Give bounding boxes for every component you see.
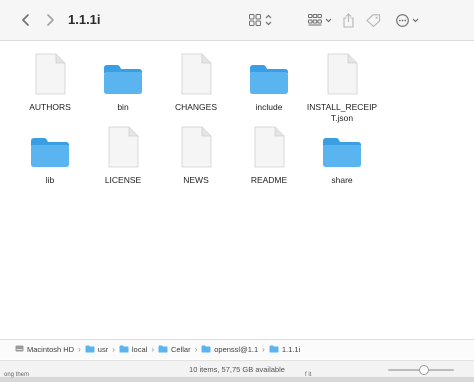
window-title: 1.1.1i — [68, 12, 101, 27]
grid-view-icon — [248, 14, 261, 26]
tag-icon — [365, 13, 380, 27]
group-by-icon — [308, 14, 322, 26]
path-separator-icon: › — [151, 345, 154, 354]
document-icon — [180, 124, 212, 168]
folder-icon — [158, 345, 171, 355]
path-separator-icon: › — [262, 345, 265, 354]
tags-button[interactable] — [364, 8, 382, 32]
path-separator-icon: › — [112, 345, 115, 354]
path-crumb-folder[interactable]: › local — [108, 345, 147, 355]
folder-icon — [30, 124, 70, 168]
chevron-down-icon — [325, 18, 332, 22]
folder-item[interactable]: lib — [8, 124, 92, 186]
item-label: README — [250, 175, 288, 185]
item-label: CHANGES — [174, 102, 218, 112]
share-icon — [342, 12, 354, 28]
path-bar: Macintosh HD › usr › local › Cellar › openssl@1.… — [0, 339, 474, 359]
item-label: LICENSE — [104, 175, 142, 185]
more-actions-button[interactable] — [394, 8, 420, 32]
view-mode-button[interactable] — [246, 8, 274, 32]
file-grid: AUTHORS bin CHANGES include INSTALL_RECE… — [0, 41, 474, 338]
background-text-right: f it — [305, 372, 312, 378]
item-label: lib — [45, 175, 55, 185]
folder-icon — [103, 51, 143, 95]
path-crumb-label: Cellar — [170, 345, 191, 354]
path-crumb-disk[interactable]: Macintosh HD — [15, 344, 74, 355]
hard-disk-icon — [15, 344, 27, 355]
path-crumb-label: usr — [97, 345, 109, 354]
file-item[interactable]: NEWS — [154, 124, 238, 186]
file-item[interactable]: AUTHORS — [8, 51, 92, 113]
chevron-updown-icon — [265, 14, 271, 26]
folder-item[interactable]: bin — [81, 51, 165, 113]
group-button[interactable] — [305, 8, 335, 32]
file-item[interactable]: CHANGES — [154, 51, 238, 113]
item-label: share — [331, 175, 353, 185]
path-separator-icon: › — [78, 345, 81, 354]
status-bar: 10 items, 57,75 GB available — [0, 360, 474, 377]
path-separator-icon: › — [194, 345, 198, 354]
document-icon — [326, 51, 358, 95]
folder-icon — [322, 124, 362, 168]
path-crumb-label: openssl@1.1 — [214, 345, 259, 354]
file-item[interactable]: LICENSE — [81, 124, 165, 186]
folder-item[interactable]: include — [227, 51, 311, 113]
path-crumb-folder[interactable]: › usr — [74, 345, 108, 355]
ellipsis-circle-icon — [395, 13, 409, 27]
file-item[interactable]: INSTALL_RECEIPT.json — [300, 51, 384, 124]
finder-window: 1.1.1i AUTHORS bin CHANGES include INSTA… — [0, 0, 474, 377]
toolbar: 1.1.1i — [0, 0, 474, 41]
folder-icon — [85, 345, 98, 355]
background-window-strip: ong them f it — [0, 372, 474, 382]
chevron-down-icon — [412, 18, 418, 22]
path-crumb-label: local — [131, 345, 148, 354]
background-text-left: ong them — [4, 372, 30, 378]
item-label: INSTALL_RECEIPT.json — [306, 102, 378, 123]
document-icon — [180, 51, 212, 95]
chevron-left-icon — [22, 14, 29, 26]
item-label: AUTHORS — [29, 102, 71, 112]
item-label: bin — [117, 102, 129, 112]
file-item[interactable]: README — [227, 124, 311, 186]
document-icon — [34, 51, 66, 95]
document-icon — [107, 124, 139, 168]
item-label: include — [255, 102, 283, 112]
icon-size-slider[interactable] — [388, 365, 454, 375]
folder-icon — [249, 51, 289, 95]
path-crumb-folder[interactable]: › openssl@1.1 — [191, 345, 259, 355]
folder-item[interactable]: share — [300, 124, 384, 186]
path-crumb-folder[interactable]: › Cellar — [147, 345, 191, 355]
folder-icon — [119, 345, 132, 355]
path-crumb-folder[interactable]: › 1.1.1i — [258, 345, 300, 355]
forward-button[interactable] — [42, 8, 58, 32]
chevron-right-icon — [47, 14, 54, 26]
folder-icon — [201, 345, 214, 355]
share-button[interactable] — [340, 8, 356, 32]
item-label: NEWS — [183, 175, 209, 185]
path-crumb-label: Macintosh HD — [27, 345, 75, 354]
document-icon — [253, 124, 285, 168]
back-button[interactable] — [18, 8, 34, 32]
folder-icon — [269, 345, 282, 355]
path-crumb-label: 1.1.1i — [281, 345, 301, 354]
